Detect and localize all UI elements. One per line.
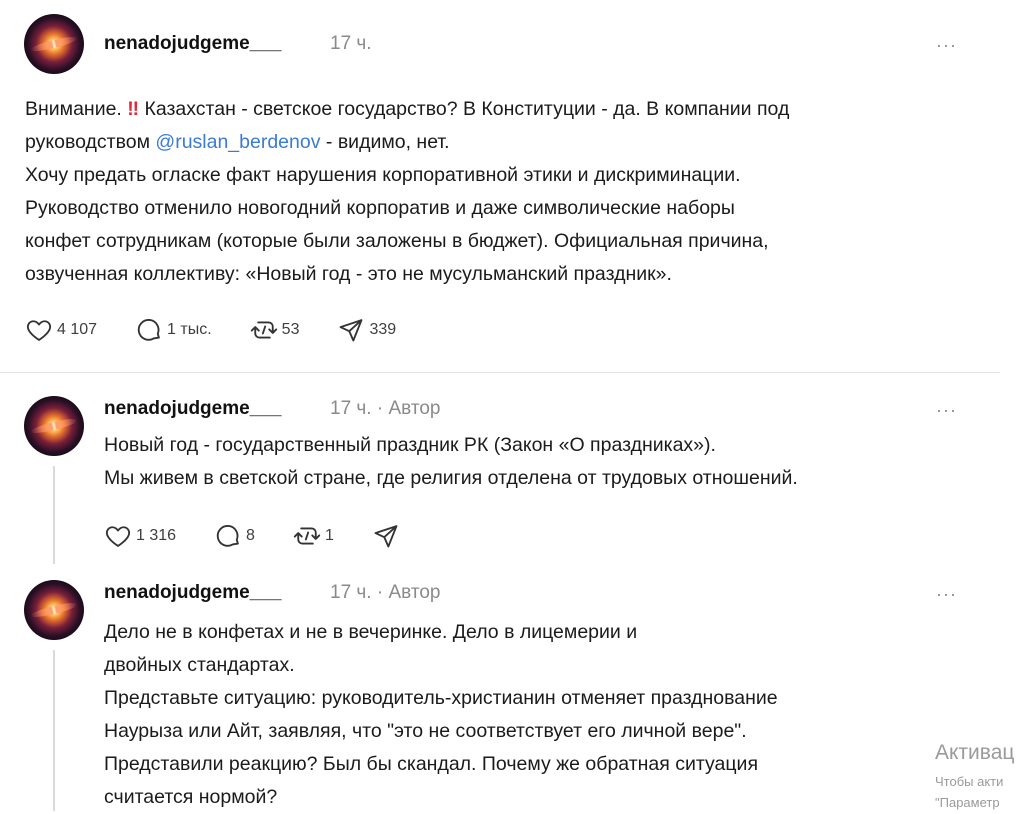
more-options-icon[interactable]: ··· (936, 36, 957, 54)
reply-button[interactable]: 8 (214, 522, 255, 550)
share-button[interactable]: 339 (337, 316, 396, 344)
comment-icon (137, 319, 160, 341)
reply-text: Новый год - государственный праздник РК … (104, 429, 798, 495)
like-button[interactable]: 4 107 (25, 316, 97, 344)
reply-actions: 1 316 8 1 (104, 522, 442, 550)
author-tag: · Автор (376, 398, 441, 419)
reply-text-line: считается нормой? (104, 786, 278, 808)
repost-button[interactable]: 53 (250, 316, 300, 344)
post-actions: 4 107 1 тыс. 53 339 (25, 316, 434, 344)
thread-line (53, 650, 55, 811)
username[interactable]: nenadojudgeme___ (104, 398, 281, 420)
share-count: 339 (369, 321, 397, 338)
avatar[interactable] (24, 396, 84, 456)
activation-watermark-title: Активац (935, 741, 1015, 764)
repost-icon (250, 321, 277, 339)
post-text-line: Хочу предать огласке факт нарушения корп… (25, 164, 741, 186)
heart-icon (26, 320, 52, 341)
avatar[interactable] (24, 580, 84, 640)
reply-count: 8 (246, 527, 255, 544)
reply-text-line: Новый год - государственный праздник РК … (104, 434, 716, 456)
post-text-line: конфет сотрудникам (которые были заложен… (25, 230, 769, 252)
username[interactable]: nenadojudgeme___ (104, 582, 281, 604)
repost-button[interactable]: 1 (293, 522, 334, 550)
author-tag: · Автор (376, 582, 441, 603)
thread-line (53, 466, 55, 564)
send-icon (340, 319, 363, 342)
double-exclamation-icon: ‼ (127, 98, 140, 120)
like-count: 4 107 (57, 321, 98, 338)
post-text: Внимание. ‼ Казахстан - светское государ… (25, 93, 789, 291)
like-count: 1 316 (136, 527, 177, 544)
activation-watermark-line: Чтобы акти (935, 774, 1004, 789)
reply-text-line: Представьте ситуацию: руководитель-христ… (104, 687, 778, 709)
reply-text-line: Мы живем в светской стране, где религия … (104, 467, 798, 489)
more-options-icon[interactable]: ··· (936, 585, 957, 603)
activation-watermark-line: "Параметр (935, 795, 1000, 810)
repost-icon (293, 527, 321, 545)
more-options-icon[interactable]: ··· (936, 401, 957, 419)
heart-icon (105, 526, 131, 547)
post-text-line: озвученная коллективу: «Новый год - это … (25, 263, 672, 285)
send-icon (374, 525, 398, 548)
post-text-line: Внимание. ‼ Казахстан - светское государ… (25, 98, 790, 120)
reply-text-line: Представили реакцию? Был бы скандал. Поч… (104, 753, 759, 775)
reply-text-line: Дело не в конфетах и не в вечеринке. Дел… (104, 621, 638, 643)
repost-count: 53 (281, 321, 300, 338)
divider (0, 372, 1000, 373)
avatar[interactable] (24, 14, 84, 74)
post-time: 17 ч. (330, 33, 372, 54)
reply-button[interactable]: 1 тыс. (135, 316, 212, 344)
username[interactable]: nenadojudgeme___ (104, 33, 281, 55)
reply-text: Дело не в конфетах и не в вечеринке. Дел… (104, 616, 778, 814)
like-button[interactable]: 1 316 (104, 522, 176, 550)
share-button[interactable] (372, 522, 404, 550)
mention-link[interactable]: @ruslan_berdenov (155, 131, 320, 153)
post-text-line: руководством @ruslan_berdenov - видимо, … (25, 131, 450, 153)
post-text-line: Руководство отменило новогодний корпорат… (25, 197, 735, 219)
reply-text-line: Наурыза или Айт, заявляя, что "это не со… (104, 720, 747, 742)
reply-text-line: двойных стандартах. (104, 654, 295, 676)
comment-icon (216, 525, 239, 547)
reply-time: 17 ч. · Автор (330, 398, 441, 419)
reply-count: 1 тыс. (167, 321, 212, 338)
repost-count: 1 (324, 527, 334, 544)
reply-time: 17 ч. · Автор (330, 582, 441, 603)
